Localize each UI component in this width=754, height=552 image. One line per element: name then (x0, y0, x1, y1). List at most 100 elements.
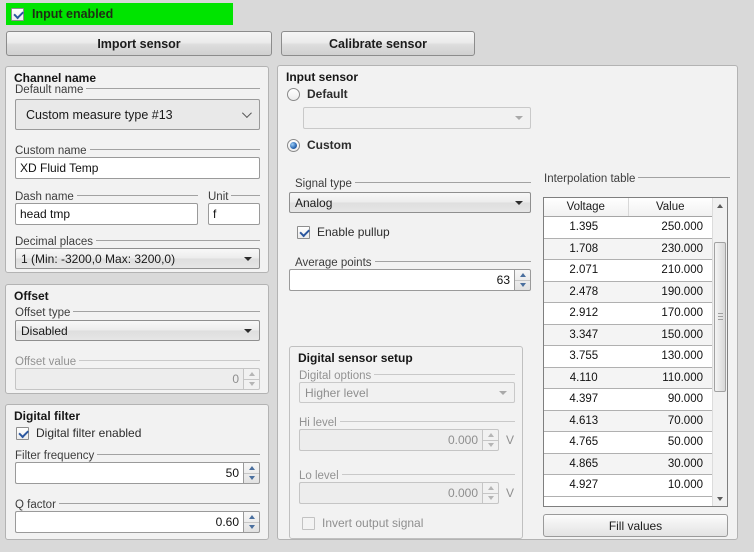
scroll-down-icon[interactable] (713, 491, 727, 506)
scrollbar-thumb[interactable] (714, 242, 726, 392)
signal-type-value: Analog (295, 195, 333, 210)
default-name-select[interactable]: Custom measure type #13 (15, 99, 260, 130)
value-cell: 70.000 (667, 414, 703, 427)
table-row[interactable]: 4.613 70.000 (544, 410, 712, 432)
digital-filter-enabled-row[interactable]: Digital filter enabled (16, 426, 141, 440)
value-cell: 150.000 (661, 328, 703, 341)
interpolation-table-label: Interpolation table (544, 173, 730, 186)
table-row[interactable]: 4.110 110.000 (544, 367, 712, 389)
channel-name-title: Channel name (14, 71, 97, 85)
voltage-cell: 2.912 (569, 307, 599, 320)
spin-buttons[interactable] (514, 269, 531, 291)
voltage-cell: 4.613 (569, 414, 599, 427)
custom-radio-row[interactable]: Custom (287, 138, 352, 152)
custom-radio[interactable] (287, 138, 300, 152)
spin-up-icon (483, 483, 498, 494)
table-row[interactable]: 2.071 210.000 (544, 260, 712, 282)
lo-level-spinner: 0.000 (299, 482, 499, 504)
average-points-field[interactable]: 63 (289, 269, 514, 291)
digital-filter-enabled-checkbox[interactable] (16, 426, 29, 440)
voltage-cell: 4.397 (569, 393, 599, 406)
lo-level-field: 0.000 (299, 482, 482, 504)
offset-value-field: 0 (15, 368, 243, 390)
table-row[interactable]: 4.865 30.000 (544, 453, 712, 475)
unit-input[interactable]: f (208, 203, 260, 225)
value-column-header[interactable]: Value (629, 198, 713, 216)
digital-sensor-setup-group: Digital sensor setup Digital options Hig… (289, 346, 523, 539)
spin-down-icon[interactable] (244, 474, 259, 484)
spin-down-icon (483, 441, 498, 451)
value-cell: 90.000 (667, 393, 703, 406)
filter-frequency-field[interactable]: 50 (15, 462, 243, 484)
table-row[interactable]: 2.912 170.000 (544, 303, 712, 325)
spin-down-icon[interactable] (244, 523, 259, 533)
value-cell: 250.000 (661, 221, 703, 234)
value-cell: 50.000 (667, 436, 703, 449)
voltage-cell: 4.927 (569, 479, 599, 492)
dropdown-arrow-icon (244, 256, 252, 261)
spin-up-icon[interactable] (244, 512, 259, 523)
filter-frequency-spinner[interactable]: 50 (15, 462, 260, 484)
q-factor-spinner[interactable]: 0.60 (15, 511, 260, 533)
default-radio[interactable] (287, 87, 300, 101)
invert-output-row: Invert output signal (302, 516, 423, 530)
voltage-cell: 4.765 (569, 436, 599, 449)
spin-up-icon (244, 369, 259, 380)
table-row[interactable]: 1.708 230.000 (544, 238, 712, 260)
average-points-spinner[interactable]: 63 (289, 269, 531, 291)
dash-name-input[interactable]: head tmp (15, 203, 198, 225)
value-cell: 130.000 (661, 350, 703, 363)
spin-up-icon[interactable] (515, 270, 530, 281)
value-cell: 210.000 (661, 264, 703, 277)
enable-pullup-label: Enable pullup (317, 225, 390, 239)
voltage-cell: 2.071 (569, 264, 599, 277)
hi-level-spinner: 0.000 (299, 429, 499, 451)
custom-name-input[interactable]: XD Fluid Temp (15, 157, 260, 179)
table-row[interactable]: 2.478 190.000 (544, 281, 712, 303)
table-row[interactable]: 4.397 90.000 (544, 389, 712, 411)
spin-buttons (482, 429, 499, 451)
signal-type-select[interactable]: Analog (289, 192, 531, 213)
input-sensor-title: Input sensor (286, 70, 359, 84)
invert-output-checkbox (302, 516, 315, 530)
table-row[interactable]: 4.765 50.000 (544, 432, 712, 454)
digital-options-select: Higher level (299, 382, 515, 403)
default-name-label: Default name (15, 84, 260, 97)
spin-buttons[interactable] (243, 462, 260, 484)
enable-pullup-checkbox[interactable] (297, 225, 310, 239)
voltage-cell: 3.347 (569, 328, 599, 341)
table-header: Voltage Value (544, 198, 712, 217)
hi-level-unit: V (506, 433, 515, 447)
import-sensor-button[interactable]: Import sensor (6, 31, 272, 56)
custom-radio-label: Custom (307, 138, 352, 152)
calibrate-sensor-button[interactable]: Calibrate sensor (281, 31, 475, 56)
value-cell: 230.000 (661, 242, 703, 255)
offset-type-select[interactable]: Disabled (15, 320, 260, 341)
voltage-column-header[interactable]: Voltage (544, 198, 629, 216)
input-enabled-checkbox[interactable] (11, 7, 24, 21)
spin-buttons[interactable] (243, 511, 260, 533)
spin-down-icon[interactable] (515, 281, 530, 291)
table-row[interactable]: 1.395 250.000 (544, 217, 712, 239)
default-radio-row[interactable]: Default (287, 87, 348, 101)
enable-pullup-row[interactable]: Enable pullup (297, 225, 390, 239)
input-enabled-toggle[interactable]: Input enabled (6, 3, 233, 25)
dropdown-arrow-icon (515, 200, 523, 205)
table-row[interactable]: 3.755 130.000 (544, 346, 712, 368)
table-scrollbar[interactable] (712, 198, 727, 506)
fill-values-button[interactable]: Fill values (543, 514, 728, 537)
q-factor-field[interactable]: 0.60 (15, 511, 243, 533)
table-body: 1.395 250.000 1.708 230.000 2.071 210.000 2.47… (544, 217, 727, 497)
default-sensor-select (303, 107, 531, 129)
spin-up-icon[interactable] (244, 463, 259, 474)
offset-value-spinner: 0 (15, 368, 260, 390)
offset-title: Offset (14, 289, 49, 303)
dropdown-arrow-icon (499, 390, 507, 395)
value-cell: 190.000 (661, 285, 703, 298)
digital-filter-group: Digital filter Digital filter enabled Fi… (5, 404, 269, 540)
table-row[interactable]: 3.347 150.000 (544, 324, 712, 346)
scroll-up-icon[interactable] (713, 198, 727, 213)
table-row[interactable]: 4.927 10.000 (544, 475, 712, 497)
decimal-places-select[interactable]: 1 (Min: -3200,0 Max: 3200,0) (15, 248, 260, 269)
value-cell: 170.000 (661, 307, 703, 320)
